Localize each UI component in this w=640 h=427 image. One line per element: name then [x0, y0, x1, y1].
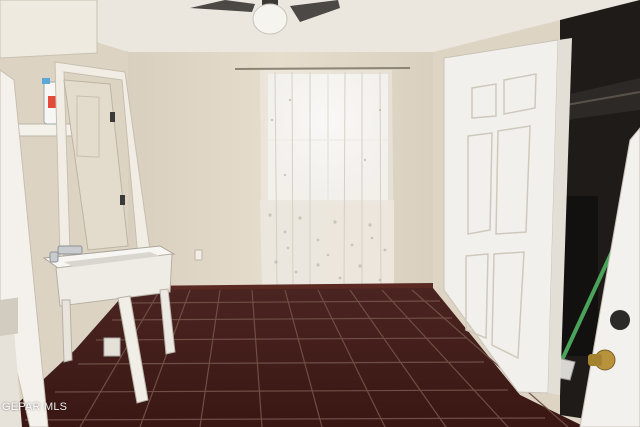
left-door-hinge-upper: [110, 112, 115, 122]
fan-light-globe: [252, 3, 288, 35]
door-knob-rose: [588, 354, 602, 366]
wall-shelf: [9, 123, 81, 137]
door-lock-icon: [610, 310, 630, 330]
faucet-handle: [49, 251, 59, 263]
curtain-lower: [260, 200, 394, 288]
wall-outlet: [194, 249, 203, 261]
sink-faucet: [57, 245, 83, 255]
room-photo: GEPAR MLS: [0, 0, 640, 427]
room-scene: [0, 0, 640, 427]
watermark-text: GEPAR MLS: [2, 401, 68, 413]
foreground-door-handle: [0, 297, 18, 336]
upper-cabinet: [0, 0, 98, 59]
spray-bottle-nozzle: [42, 78, 50, 84]
curtain-rod: [234, 67, 411, 70]
spray-bottle-label: [48, 96, 56, 108]
sink-drain-pipe: [103, 337, 121, 357]
left-door-hinge: [120, 195, 125, 205]
sink-leg-left: [61, 299, 73, 363]
